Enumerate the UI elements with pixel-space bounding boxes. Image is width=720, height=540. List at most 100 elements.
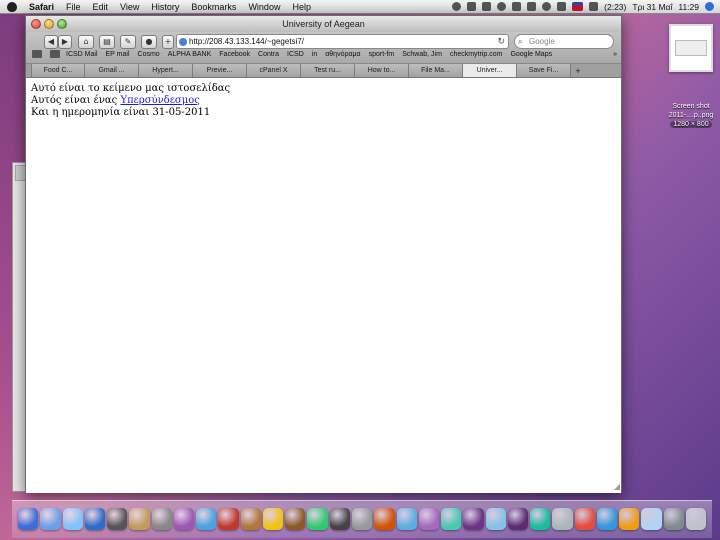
flag-icon[interactable]	[572, 2, 584, 11]
menu-file[interactable]: File	[60, 0, 87, 14]
tab[interactable]: Hypert...	[139, 64, 193, 77]
bookmark-item[interactable]: Cosmo	[134, 51, 164, 58]
menu-bar: Safari File Edit View History Bookmarks …	[0, 0, 720, 14]
dock-app-icon[interactable]	[84, 508, 106, 530]
dock-app-icon[interactable]	[574, 508, 595, 530]
bluetooth-icon[interactable]	[527, 2, 537, 11]
bookmarks-overflow-icon[interactable]: »	[609, 51, 621, 58]
dock-app-icon[interactable]	[552, 508, 573, 530]
tab[interactable]: Test ru...	[301, 64, 355, 77]
menu-help[interactable]: Help	[286, 0, 317, 14]
bookmark-item[interactable]: sport-fm	[365, 51, 399, 58]
tab[interactable]: cPanel X	[247, 64, 301, 77]
file-thumbnail[interactable]	[669, 24, 713, 72]
wifi-icon[interactable]	[542, 2, 552, 11]
zoom-window-button[interactable]	[57, 19, 67, 29]
spotlight-icon[interactable]	[705, 2, 714, 11]
hyperlink[interactable]: Υπερσύνδεσμος	[120, 95, 199, 106]
status-menus: (2:23) Τρι 31 Μαΐ 11:29	[452, 2, 720, 12]
dropbox-icon[interactable]	[467, 2, 477, 11]
dock-app-icon[interactable]	[107, 508, 128, 530]
menu-view[interactable]: View	[114, 0, 145, 14]
dock-app-icon[interactable]	[530, 508, 551, 530]
volume-icon[interactable]	[557, 2, 567, 11]
dock-app-icon[interactable]	[374, 508, 395, 530]
dock-app-icon[interactable]	[485, 508, 506, 530]
dock-app-icon[interactable]	[663, 508, 684, 530]
bookmark-item[interactable]: ICSD	[283, 51, 308, 58]
dock-app-icon[interactable]	[62, 508, 83, 530]
dock-app-icon[interactable]	[329, 508, 350, 530]
sync-icon[interactable]	[452, 2, 462, 11]
dock-app-icon[interactable]	[173, 508, 195, 530]
show-bookmarks-icon[interactable]	[32, 50, 42, 58]
tab[interactable]: File Ma...	[409, 64, 463, 77]
dock-app-icon[interactable]	[151, 508, 172, 530]
dock-app-icon[interactable]	[129, 508, 150, 530]
menu-history[interactable]: History	[145, 0, 185, 14]
dock-app-icon[interactable]	[285, 508, 306, 530]
dock-app-icon[interactable]	[196, 508, 217, 530]
desktop-file-screenshot[interactable]: Screen shot 2011-....p..png 1280 × 800	[662, 24, 720, 129]
bookmark-item[interactable]: Schwab, Jim	[398, 51, 446, 58]
top-sites-icon[interactable]	[50, 50, 60, 58]
tab[interactable]: Food C...	[31, 64, 85, 77]
tab[interactable]: Save Fi...	[517, 64, 571, 77]
battery-time: (2:23)	[604, 1, 627, 12]
bookmark-item[interactable]: Google Maps	[506, 51, 556, 58]
pencil-icon: ✎	[124, 37, 132, 46]
dock-app-icon[interactable]	[262, 508, 284, 530]
apple-icon[interactable]	[7, 1, 17, 12]
resize-grip-icon[interactable]: ◢	[614, 482, 620, 491]
dock-app-icon[interactable]	[619, 508, 640, 530]
time-machine-icon[interactable]	[497, 2, 507, 11]
plus-icon: +	[164, 37, 172, 46]
dock-app-icon[interactable]	[307, 508, 328, 530]
bookmark-item[interactable]: ICSD Mail	[62, 51, 102, 58]
menubar-clock[interactable]: 11:29	[678, 2, 699, 12]
page-content: Αυτό είναι το κείμενο μας ιστοσελίδας Αυ…	[26, 79, 621, 493]
menu-edit[interactable]: Edit	[87, 0, 115, 14]
dock-app-icon[interactable]	[463, 508, 484, 530]
tab[interactable]: Previe...	[193, 64, 247, 77]
dock-app-icon[interactable]	[351, 508, 373, 530]
dock-app-icon[interactable]	[396, 508, 417, 530]
bookmark-item[interactable]: EP mail	[102, 51, 134, 58]
dock-app-icon[interactable]	[596, 508, 618, 530]
bookmark-item[interactable]: in	[308, 51, 321, 58]
window-titlebar[interactable]: University of Aegean	[26, 16, 621, 32]
bookmark-item[interactable]: Contra	[254, 51, 283, 58]
new-tab-button[interactable]: +	[571, 64, 585, 77]
bookmark-item[interactable]: ALPHA BANK	[164, 51, 216, 58]
dock-app-icon[interactable]	[685, 508, 707, 530]
tab-active[interactable]: Univer...	[463, 64, 517, 77]
address-text: http://208.43.133.144/~gegetsi7/	[189, 37, 304, 46]
menu-app-safari[interactable]: Safari	[23, 0, 60, 14]
file-dimensions: 1280 × 800	[670, 121, 712, 128]
window-title: University of Aegean	[282, 19, 365, 29]
bookmark-item[interactable]: Facebook	[215, 51, 254, 58]
page-text-line: Αυτό είναι το κείμενο μας ιστοσελίδας	[31, 83, 231, 94]
close-window-button[interactable]	[31, 19, 41, 29]
menu-window[interactable]: Window	[242, 0, 286, 14]
menu-bookmarks[interactable]: Bookmarks	[185, 0, 242, 14]
dock-app-icon[interactable]	[218, 508, 239, 530]
minimize-window-button[interactable]	[44, 19, 54, 29]
dock-app-icon[interactable]	[441, 508, 462, 530]
paw-icon[interactable]	[482, 2, 492, 11]
bookmark-item[interactable]: αθηνόραμα	[321, 51, 364, 58]
dock-app-icon[interactable]	[641, 508, 662, 530]
dock-app-icon[interactable]	[18, 508, 39, 530]
bookmark-item[interactable]: checkmytrip.com	[446, 51, 507, 58]
menubar-date[interactable]: Τρι 31 Μαΐ	[632, 2, 672, 12]
dock-app-icon[interactable]	[418, 508, 440, 530]
tab[interactable]: How to...	[355, 64, 409, 77]
battery-icon[interactable]	[589, 2, 599, 11]
tab[interactable]: Gmail ...	[85, 64, 139, 77]
dock-app-icon[interactable]	[507, 508, 529, 530]
dock-app-icon[interactable]	[240, 508, 261, 530]
dock-app-icon[interactable]	[40, 508, 61, 530]
dock	[12, 500, 712, 538]
display-icon[interactable]	[512, 2, 522, 11]
file-name-line1: Screen shot	[672, 103, 710, 110]
